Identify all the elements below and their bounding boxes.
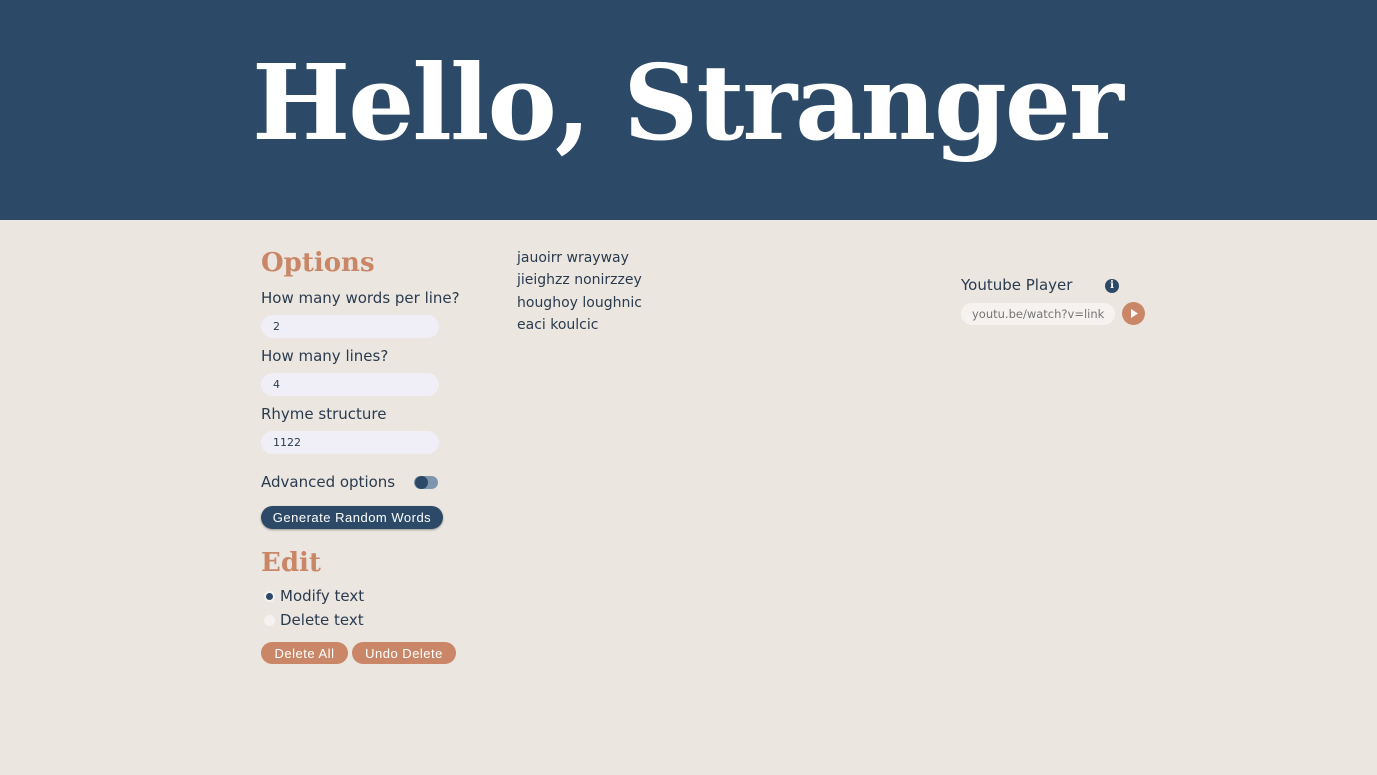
modify-text-radio[interactable]: Modify text <box>264 587 364 605</box>
words-per-line-label: How many words per line? <box>261 289 460 307</box>
generated-line[interactable]: jieighzz nonirzzey <box>517 269 642 291</box>
info-icon[interactable]: i <box>1105 279 1119 293</box>
delete-text-label: Delete text <box>280 611 364 629</box>
generate-random-words-button[interactable]: Generate Random Words <box>261 506 443 529</box>
hero-header: Hello, Stranger <box>0 0 1377 220</box>
generated-line[interactable]: eaci koulcic <box>517 314 642 336</box>
main-content: Options How many words per line? How man… <box>0 220 1377 775</box>
options-heading: Options <box>261 248 375 278</box>
rhyme-structure-label: Rhyme structure <box>261 405 387 423</box>
youtube-link-input[interactable] <box>961 303 1115 325</box>
edit-heading: Edit <box>261 548 321 578</box>
play-icon <box>1131 309 1138 318</box>
lines-label: How many lines? <box>261 347 389 365</box>
radio-unchecked-icon <box>264 614 275 626</box>
generated-words: jauoirr wrayway jieighzz nonirzzey hough… <box>517 247 642 336</box>
radio-checked-icon <box>264 590 275 602</box>
generated-line[interactable]: houghoy loughnic <box>517 292 642 314</box>
words-per-line-input[interactable] <box>261 315 439 338</box>
generated-line[interactable]: jauoirr wrayway <box>517 247 642 269</box>
undo-delete-button[interactable]: Undo Delete <box>352 642 456 664</box>
youtube-play-button[interactable] <box>1122 302 1145 325</box>
youtube-player-title: Youtube Player <box>961 276 1073 294</box>
modify-text-label: Modify text <box>280 587 365 605</box>
page-title: Hello, Stranger <box>252 41 1124 164</box>
rhyme-structure-input[interactable] <box>261 431 439 454</box>
advanced-options-label: Advanced options <box>261 473 396 491</box>
advanced-options-toggle[interactable] <box>414 476 438 489</box>
toggle-knob <box>415 476 428 489</box>
delete-text-radio[interactable]: Delete text <box>264 611 364 629</box>
lines-input[interactable] <box>261 373 439 396</box>
delete-all-button[interactable]: Delete All <box>261 642 348 664</box>
